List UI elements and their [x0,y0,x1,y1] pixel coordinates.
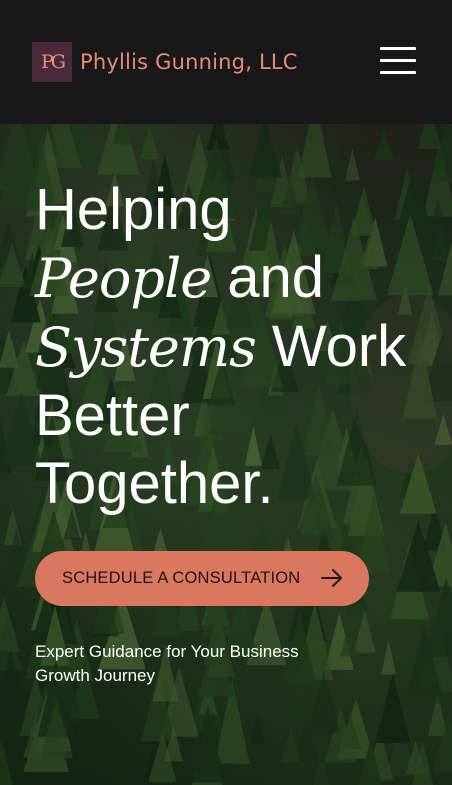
menu-bar [380,47,416,50]
hamburger-menu-icon[interactable] [380,47,416,75]
menu-bar [380,59,416,62]
arrow-right-icon [321,569,342,587]
page: PG Phyllis Gunning, LLC Helping People a… [0,0,452,785]
headline-text-work: Work [255,314,407,379]
headline-line-3: Systems Work [35,313,435,382]
logo-monogram[interactable]: PG [32,42,72,82]
hero-headline: Helping People and Systems Work Better T… [35,176,435,518]
headline-line-4: Better [35,383,190,448]
headline-text-and: and [211,245,325,310]
headline-line-1: Helping [35,177,232,242]
schedule-consultation-button[interactable]: SCHEDULE A CONSULTATION [35,551,369,606]
hero-subtext: Expert Guidance for Your Business Growth… [35,642,299,685]
headline-emphasis-systems: Systems [35,316,257,379]
headline-emphasis-people: People [35,247,212,310]
brand-name[interactable]: Phyllis Gunning, LLC [80,50,298,74]
headline-line-2: People and [35,244,435,313]
menu-bar [380,71,416,74]
hero-section: Helping People and Systems Work Better T… [0,124,452,785]
site-header: PG Phyllis Gunning, LLC [0,0,452,124]
headline-line-5: Together. [35,451,274,516]
cta-label: SCHEDULE A CONSULTATION [62,569,301,587]
